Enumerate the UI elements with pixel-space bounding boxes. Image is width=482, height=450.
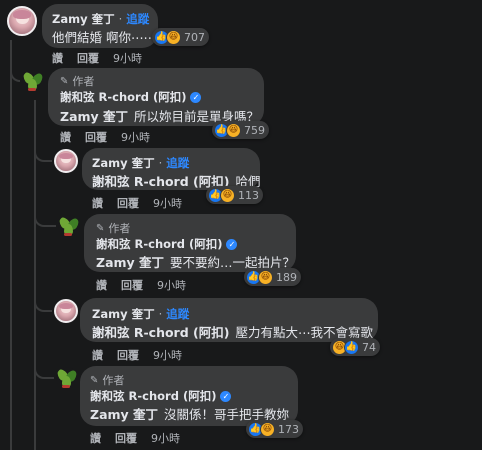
avatar[interactable] (7, 6, 37, 36)
author-badge: ✎ 作者 (90, 372, 124, 388)
comment-actions: 讚 回覆 9小時 (60, 129, 150, 145)
comment-actions: 讚 回覆 9小時 (90, 430, 180, 446)
reply-button[interactable]: 回覆 (117, 347, 139, 363)
thread-line-main (10, 40, 12, 450)
author-name[interactable]: 謝和弦 R-chord (阿扣) (60, 89, 186, 105)
reply-button[interactable]: 回覆 (121, 277, 143, 293)
timestamp[interactable]: 9小時 (153, 347, 182, 363)
mention-tag[interactable]: Zamy 奎丁 (60, 109, 128, 124)
pencil-icon: ✎ (96, 222, 105, 234)
reply-button[interactable]: 回覆 (85, 129, 107, 145)
author-name[interactable]: Zamy 奎丁 (92, 306, 155, 322)
comment-author[interactable]: Zamy 奎丁 · 追蹤 (92, 155, 189, 171)
like-button[interactable]: 讚 (60, 129, 71, 145)
follow-button[interactable]: 追蹤 (166, 306, 189, 322)
verified-check-icon: ✓ (190, 91, 202, 103)
like-button[interactable]: 讚 (92, 347, 103, 363)
leaf-stem (64, 233, 72, 236)
author-name[interactable]: 謝和弦 R-chord (阿扣) (90, 388, 216, 404)
author-badge-label: 作者 (72, 75, 95, 88)
reply-button[interactable]: 回覆 (77, 50, 99, 66)
avatar[interactable] (22, 70, 44, 92)
author-badge-label: 作者 (108, 222, 131, 235)
laughing-face-icon: 😆 (260, 421, 275, 437)
timestamp[interactable]: 9小時 (153, 195, 182, 211)
timestamp[interactable]: 9小時 (113, 50, 142, 66)
comment-body: 他們結婚 啊你⋯⋯ (52, 30, 156, 45)
reaction-count: 113 (238, 188, 259, 202)
reply-button[interactable]: 回覆 (117, 195, 139, 211)
author-badge-label: 作者 (102, 374, 125, 387)
reaction-count: 759 (244, 123, 265, 137)
like-button[interactable]: 讚 (52, 50, 63, 66)
reaction-summary[interactable]: 👍 😆 113 (206, 186, 263, 204)
follow-button[interactable]: 追蹤 (166, 155, 189, 171)
mention-tag[interactable]: Zamy 奎丁 (90, 407, 158, 422)
avatar[interactable] (54, 149, 78, 173)
author-name[interactable]: 謝和弦 R-chord (阿扣) (96, 236, 222, 252)
like-button[interactable]: 讚 (96, 277, 107, 293)
laughing-face-icon: 😆 (258, 269, 273, 285)
thread-hook (34, 205, 56, 227)
reaction-count: 707 (184, 30, 205, 44)
follow-button[interactable]: 追蹤 (126, 11, 149, 27)
comment-actions: 讚 回覆 9小時 (96, 277, 186, 293)
comment-author[interactable]: 謝和弦 R-chord (阿扣) ✓ (96, 236, 238, 252)
pencil-icon: ✎ (60, 75, 69, 87)
comment-text: 謝和弦 R-chord (阿扣) 壓力有點大⋯我不會寫歌 (92, 322, 373, 341)
comment-author[interactable]: 謝和弦 R-chord (阿扣) ✓ (60, 89, 202, 105)
reaction-count: 74 (362, 340, 376, 354)
timestamp[interactable]: 9小時 (121, 129, 150, 145)
comment-author[interactable]: Zamy 奎丁 · 追蹤 (52, 11, 149, 27)
mention-tag[interactable]: Zamy 奎丁 (96, 255, 164, 270)
timestamp[interactable]: 9小時 (151, 430, 180, 446)
like-button[interactable]: 讚 (92, 195, 103, 211)
timestamp[interactable]: 9小時 (157, 277, 186, 293)
avatar[interactable] (56, 367, 78, 389)
thread-hook (34, 140, 52, 162)
reaction-summary[interactable]: 👍 😆 707 (152, 28, 209, 46)
verified-check-icon: ✓ (226, 238, 238, 250)
thread-hook (34, 290, 52, 312)
author-badge: ✎ 作者 (96, 220, 130, 236)
avatar[interactable] (54, 299, 78, 323)
thumbs-up-icon: 👍 (344, 339, 359, 355)
separator-dot: · (158, 307, 163, 321)
laughing-face-icon: 😆 (220, 187, 235, 203)
author-name[interactable]: Zamy 奎丁 (52, 11, 115, 27)
author-badge: ✎ 作者 (60, 73, 94, 89)
avatar[interactable] (58, 215, 80, 237)
laughing-face-icon: 😆 (166, 29, 181, 45)
thread-hook (34, 357, 54, 379)
laughing-face-icon: 😆 (226, 122, 241, 138)
leaf-stem (62, 385, 70, 388)
leaf-stem (28, 88, 36, 91)
mention-tag[interactable]: 謝和弦 R-chord (阿扣) (92, 325, 229, 340)
pencil-icon: ✎ (90, 374, 99, 386)
separator-dot: · (158, 156, 163, 170)
comment-author[interactable]: 謝和弦 R-chord (阿扣) ✓ (90, 388, 232, 404)
reaction-summary[interactable]: 👍 😆 173 (246, 420, 303, 438)
reaction-summary[interactable]: 👍 😆 189 (244, 268, 301, 286)
separator-dot: · (118, 12, 123, 26)
reaction-count: 173 (278, 422, 299, 436)
comment-author[interactable]: Zamy 奎丁 · 追蹤 (92, 306, 189, 322)
reply-button[interactable]: 回覆 (115, 430, 137, 446)
comment-actions: 讚 回覆 9小時 (92, 195, 182, 211)
author-name[interactable]: Zamy 奎丁 (92, 155, 155, 171)
like-button[interactable]: 讚 (90, 430, 101, 446)
reaction-summary[interactable]: 😆 👍 74 (330, 338, 380, 356)
reaction-count: 189 (276, 270, 297, 284)
verified-check-icon: ✓ (220, 390, 232, 402)
comment-actions: 讚 回覆 9小時 (92, 347, 182, 363)
comment-text: 他們結婚 啊你⋯⋯ (52, 27, 156, 46)
reaction-summary[interactable]: 👍 😆 759 (212, 121, 269, 139)
comment-actions: 讚 回覆 9小時 (52, 50, 142, 66)
